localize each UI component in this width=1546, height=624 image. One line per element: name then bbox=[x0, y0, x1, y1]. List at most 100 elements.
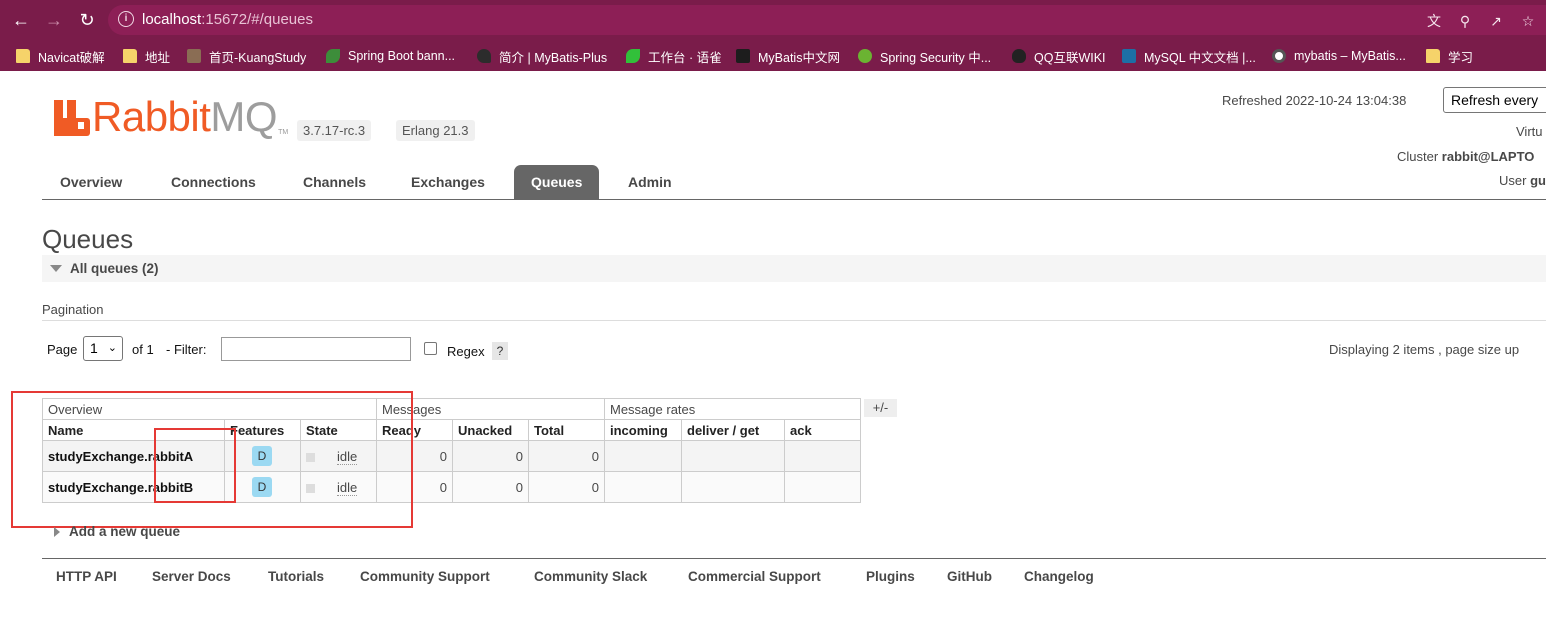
regex-checkbox[interactable] bbox=[424, 342, 437, 355]
mysql-icon bbox=[1122, 49, 1136, 63]
back-arrow-icon[interactable]: ← bbox=[9, 8, 33, 32]
footer-link-commercial-support[interactable]: Commercial Support bbox=[688, 569, 821, 584]
page-label: Page bbox=[47, 342, 78, 357]
cluster-label: Cluster bbox=[1397, 149, 1442, 164]
bookmark-qq-wiki[interactable]: QQ互联WIKI bbox=[1012, 46, 1106, 66]
logo-trademark: TM bbox=[278, 129, 289, 136]
add-queue-label: Add a new queue bbox=[69, 524, 181, 539]
erlang-badge: Erlang 21.3 bbox=[396, 120, 475, 141]
add-queue-toggle[interactable]: Add a new queue bbox=[54, 524, 180, 539]
footer-link-github[interactable]: GitHub bbox=[947, 569, 992, 584]
footer-link-http-api[interactable]: HTTP API bbox=[56, 569, 117, 584]
bookmark-label: 学习 bbox=[1448, 50, 1474, 65]
annotation-box-inner bbox=[154, 428, 236, 503]
bookmark-mybatis-plus[interactable]: 简介 | MyBatis-Plus bbox=[477, 46, 607, 66]
section-title: All queues (2) bbox=[70, 261, 159, 276]
logo-wordmark: RabbitMQ bbox=[92, 96, 278, 138]
folder-icon bbox=[1426, 49, 1440, 63]
bookmark-kuangstudy[interactable]: 首页-KuangStudy bbox=[187, 46, 306, 66]
mybatis-icon bbox=[736, 49, 750, 63]
footer-link-tutorials[interactable]: Tutorials bbox=[268, 569, 324, 584]
footer-link-plugins[interactable]: Plugins bbox=[866, 569, 915, 584]
bookmark-label: 地址 bbox=[145, 50, 171, 65]
col-incoming[interactable]: incoming bbox=[604, 419, 682, 441]
bookmark-label: 工作台 · 语雀 bbox=[648, 50, 722, 65]
tab-admin[interactable]: Admin bbox=[611, 165, 689, 199]
bookmark-label: 首页-KuangStudy bbox=[209, 50, 307, 65]
cluster-info: Cluster rabbit@LAPTO bbox=[1397, 149, 1546, 164]
bookmark-mysql[interactable]: MySQL 中文文档 |... bbox=[1122, 46, 1256, 66]
url-host: localhost bbox=[142, 11, 202, 28]
folder-icon bbox=[123, 49, 137, 63]
page-select[interactable]: 1 ⌄ bbox=[83, 336, 123, 361]
tab-connections[interactable]: Connections bbox=[154, 165, 273, 199]
bookmark-mybatis[interactable]: mybatis – MyBatis... bbox=[1272, 46, 1406, 66]
incoming-cell bbox=[604, 471, 682, 503]
bookmark-study[interactable]: 学习 bbox=[1426, 46, 1473, 66]
bookmark-mybatis-cn[interactable]: MyBatis中文网 bbox=[736, 46, 840, 66]
leaf-icon bbox=[326, 49, 340, 63]
rabbitmq-logo[interactable]: RabbitMQ TM bbox=[54, 96, 289, 138]
col-ack[interactable]: ack bbox=[784, 419, 861, 441]
regex-label: Regex bbox=[447, 344, 485, 359]
bookmark-yuque[interactable]: 工作台 · 语雀 bbox=[626, 46, 722, 66]
bookmark-navicat[interactable]: Navicat破解 bbox=[16, 46, 105, 66]
col-total[interactable]: Total bbox=[528, 419, 605, 441]
page-value: 1 bbox=[90, 340, 98, 356]
bookmark-label: mybatis – MyBatis... bbox=[1294, 49, 1406, 63]
share-icon[interactable]: ↗ bbox=[1486, 11, 1506, 31]
forward-arrow-icon[interactable]: → bbox=[42, 8, 66, 32]
bookmark-address[interactable]: 地址 bbox=[123, 46, 170, 66]
spring-security-icon bbox=[858, 49, 872, 63]
bookmark-label: Navicat破解 bbox=[38, 50, 105, 65]
deliver-get-cell bbox=[681, 440, 785, 472]
bookmark-label: Spring Boot bann... bbox=[348, 49, 456, 63]
tab-channels[interactable]: Channels bbox=[286, 165, 383, 199]
unacked-cell: 0 bbox=[452, 440, 529, 472]
bookmarks-bar: Navicat破解 地址 首页-KuangStudy Spring Boot b… bbox=[0, 40, 1546, 71]
site-info-icon[interactable]: i bbox=[118, 11, 134, 27]
ack-cell bbox=[784, 471, 861, 503]
footer-link-changelog[interactable]: Changelog bbox=[1024, 569, 1094, 584]
deliver-get-cell bbox=[681, 471, 785, 503]
tab-overview[interactable]: Overview bbox=[43, 165, 139, 199]
url-text[interactable]: localhost:15672/#/queues bbox=[142, 11, 313, 28]
star-icon[interactable]: ☆ bbox=[1518, 11, 1538, 31]
group-message-rates: Message rates bbox=[604, 398, 861, 420]
regex-help-button[interactable]: ? bbox=[492, 342, 508, 360]
logo-rabbit-text: Rabbit bbox=[92, 93, 211, 140]
column-toggle-button[interactable]: +/- bbox=[864, 399, 897, 417]
reload-icon[interactable]: ↻ bbox=[75, 8, 99, 32]
logo-mq-text: MQ bbox=[210, 93, 278, 140]
globe-icon bbox=[1272, 49, 1286, 63]
footer-link-community-slack[interactable]: Community Slack bbox=[534, 569, 647, 584]
browser-toolbar: ← → ↻ i localhost:15672/#/queues 文 ⚲ ↗ ☆ bbox=[0, 0, 1546, 40]
address-bar[interactable]: i localhost:15672/#/queues 文 ⚲ ↗ ☆ bbox=[108, 5, 1546, 35]
bookmark-label: Spring Security 中... bbox=[880, 50, 992, 65]
yuque-icon bbox=[626, 49, 640, 63]
bookmark-spring-security[interactable]: Spring Security 中... bbox=[858, 46, 991, 66]
chevron-down-icon: ⌄ bbox=[107, 342, 117, 354]
bookmark-label: QQ互联WIKI bbox=[1034, 50, 1106, 65]
footer-link-community-support[interactable]: Community Support bbox=[360, 569, 490, 584]
total-cell: 0 bbox=[528, 440, 605, 472]
filter-label: - Filter: bbox=[166, 342, 207, 357]
avatar-icon bbox=[187, 49, 201, 63]
incoming-cell bbox=[604, 440, 682, 472]
translate-icon[interactable]: 文 bbox=[1424, 11, 1444, 31]
footer-link-server-docs[interactable]: Server Docs bbox=[152, 569, 231, 584]
tab-exchanges[interactable]: Exchanges bbox=[394, 165, 502, 199]
bookmark-spring-boot[interactable]: Spring Boot bann... bbox=[326, 46, 455, 66]
bookmark-label: MySQL 中文文档 |... bbox=[1144, 50, 1256, 65]
displaying-count: Displaying 2 items , page size up bbox=[1329, 342, 1520, 357]
col-deliver-get[interactable]: deliver / get bbox=[681, 419, 785, 441]
footer-divider bbox=[42, 558, 1546, 559]
tab-queues[interactable]: Queues bbox=[514, 165, 600, 199]
page-count: of 1 bbox=[132, 342, 154, 357]
refresh-interval-select[interactable]: Refresh every bbox=[1443, 87, 1546, 113]
zoom-icon[interactable]: ⚲ bbox=[1455, 11, 1475, 31]
version-badge: 3.7.17-rc.3 bbox=[297, 120, 372, 141]
col-unacked[interactable]: Unacked bbox=[452, 419, 529, 441]
filter-input[interactable] bbox=[221, 337, 411, 361]
all-queues-section-toggle[interactable]: All queues (2) bbox=[42, 255, 1546, 282]
